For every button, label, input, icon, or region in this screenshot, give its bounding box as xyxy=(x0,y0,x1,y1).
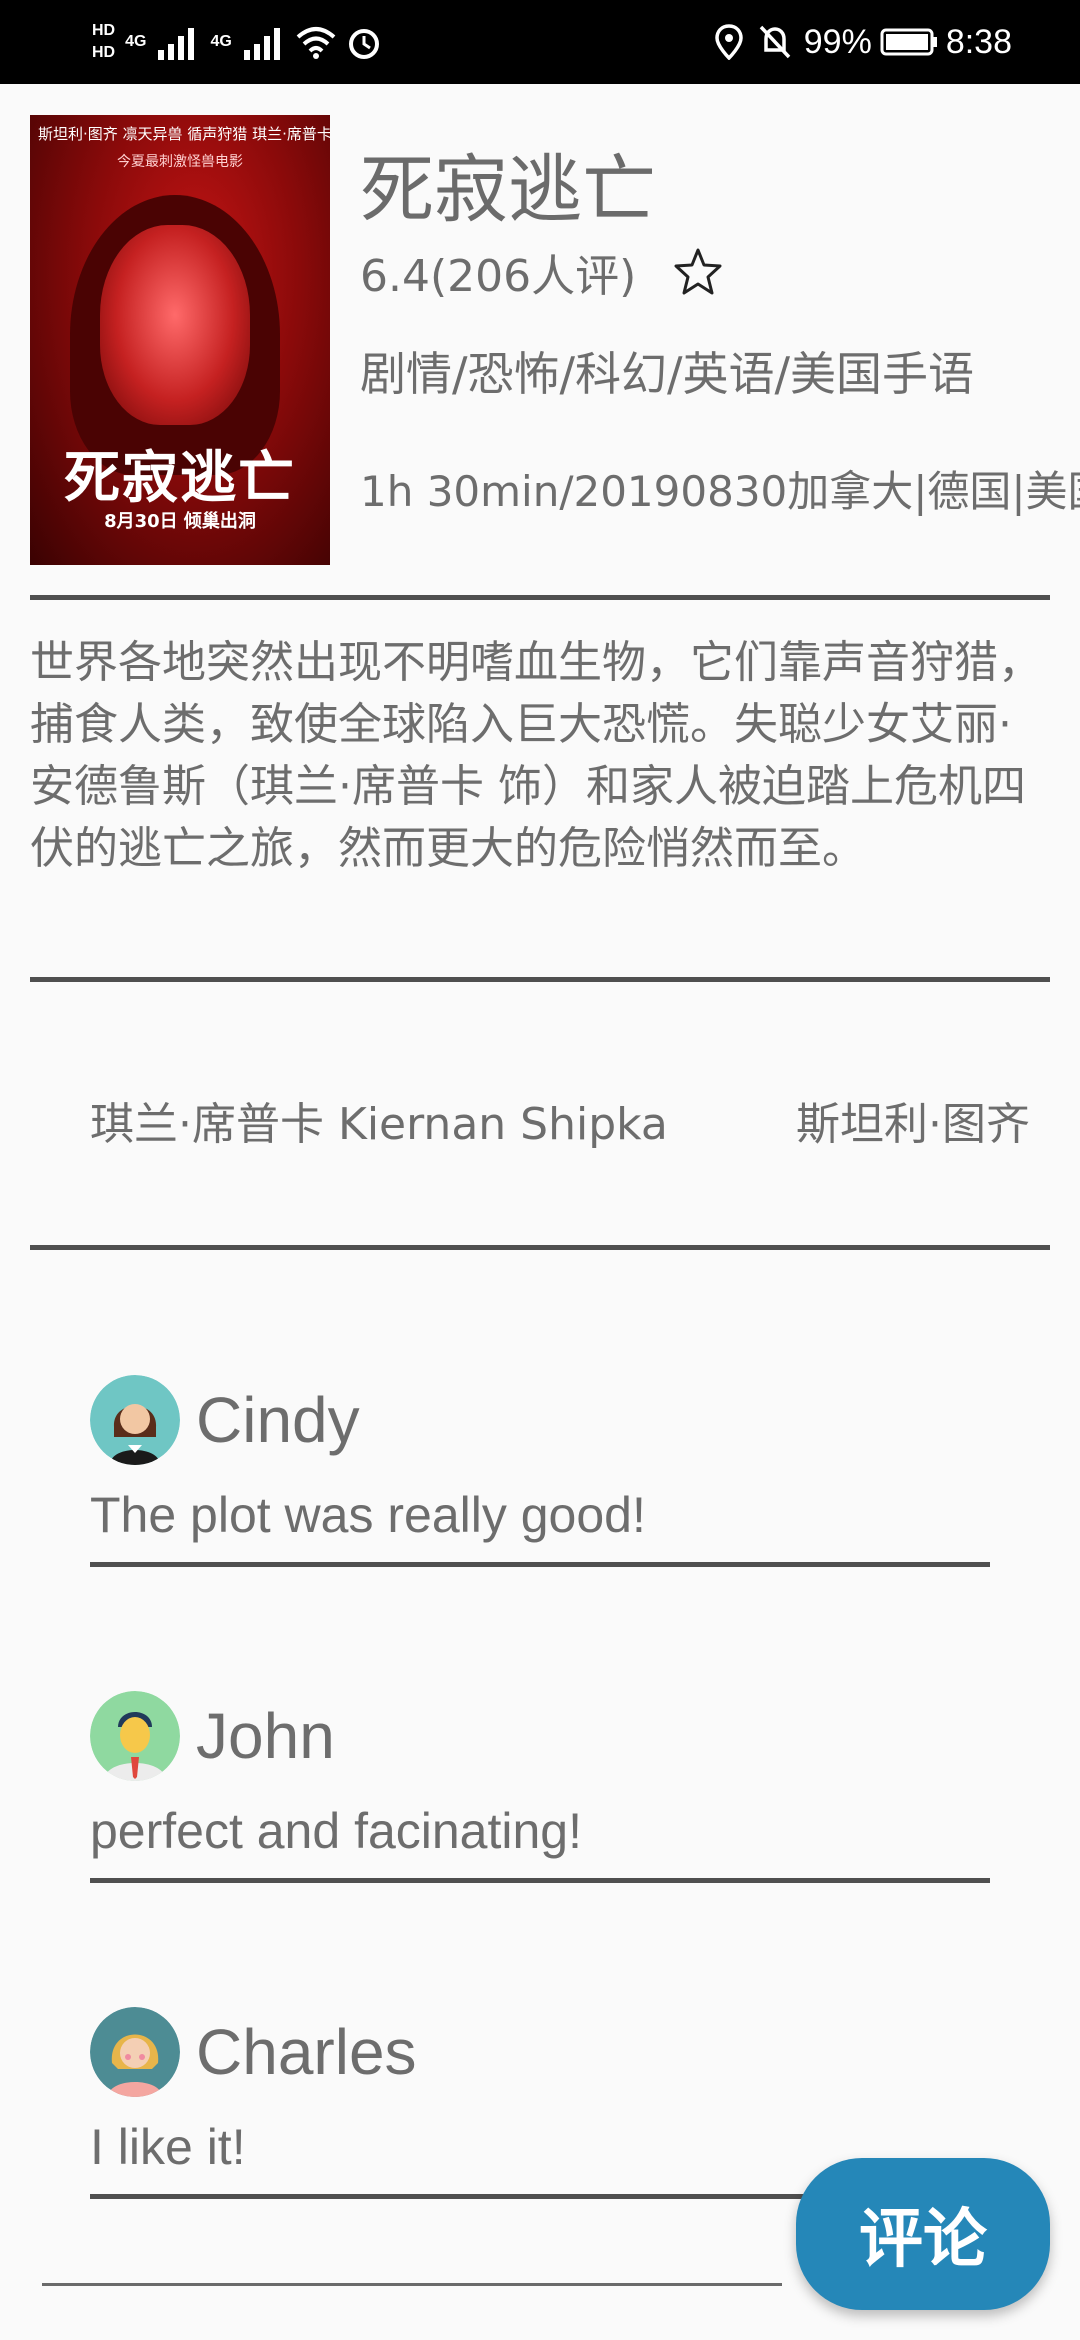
clock: 8:38 xyxy=(945,22,1012,61)
network-type-1: 4G xyxy=(125,33,147,50)
alarm-icon xyxy=(348,29,379,59)
rating-text: 6.4(206人评) xyxy=(360,251,637,302)
comment-text: perfect and facinating! xyxy=(90,1803,582,1859)
hd-badge-2: HD xyxy=(92,44,116,61)
battery-percent: 99% xyxy=(803,22,872,61)
cast-item[interactable]: 斯坦利·图齐 xyxy=(796,1088,1030,1148)
movie-meta: 1h 30min/20190830加拿大|德国|美国 xyxy=(360,467,1080,516)
star-icon[interactable] xyxy=(672,246,724,298)
avatar xyxy=(90,2007,180,2097)
comment-header: Charles xyxy=(90,2004,990,2100)
divider-3 xyxy=(30,1245,1050,1250)
commenter-name: Cindy xyxy=(196,1384,360,1456)
status-left: HD HD 4G 4G xyxy=(92,14,382,70)
wifi-icon xyxy=(296,27,336,59)
poster-tagline: 今夏最刺激怪兽电影 xyxy=(117,154,243,170)
comment-text: The plot was really good! xyxy=(90,1487,646,1543)
comment-item: Cindy The plot was really good! xyxy=(90,1372,990,1544)
comment-header: Cindy xyxy=(90,1372,990,1468)
battery-icon xyxy=(880,28,937,56)
divider-2 xyxy=(30,977,1050,982)
comment-header: John xyxy=(90,1688,990,1784)
woman-avatar-icon xyxy=(90,1375,180,1465)
network-type-2: 4G xyxy=(210,33,232,50)
status-right: 99% 8:38 xyxy=(714,0,1080,84)
poster-title-art: 死寂逃亡 xyxy=(64,446,296,511)
hd-badges: HD HD xyxy=(92,22,115,62)
movie-poster[interactable]: 斯坦利·图齐 凛天异兽 循声狩猎 琪兰·席普卡 今夏最刺激怪兽电影 死寂逃亡 8… xyxy=(30,115,330,565)
comment-input-underline xyxy=(42,2283,782,2286)
rating-row: 6.4(206人评) xyxy=(360,240,724,304)
comment-button[interactable]: 评论 xyxy=(796,2158,1050,2310)
genres: 剧情/恐怖/科幻/英语/美国手语 xyxy=(360,347,974,401)
cast-list[interactable]: 琪兰·席普卡 Kiernan Shipka 斯坦利·图齐 xyxy=(0,1088,1080,1148)
poster-face-shape xyxy=(100,225,250,425)
blonde-avatar-icon xyxy=(90,2007,180,2097)
avatar xyxy=(90,1375,180,1465)
man-tie-avatar-icon xyxy=(90,1691,180,1781)
synopsis: 世界各地突然出现不明嗜血生物，它们靠声音狩猎，捕食人类，致使全球陷入巨大恐慌。失… xyxy=(30,637,1042,874)
commenter-name: John xyxy=(196,1700,335,1772)
mute-bell-icon xyxy=(759,25,791,59)
divider-1 xyxy=(30,595,1050,600)
commenter-name: Charles xyxy=(196,2016,417,2088)
location-icon xyxy=(714,24,743,60)
signal-icon-2 xyxy=(243,28,280,60)
signal-icon xyxy=(158,28,195,60)
comment-item: John perfect and facinating! xyxy=(90,1688,990,1860)
avatar xyxy=(90,1691,180,1781)
status-bar: HD HD 4G 4G 99% 8:38 xyxy=(0,0,1080,84)
hd-badge-1: HD xyxy=(92,22,116,39)
comment-item: Charles I like it! xyxy=(90,2004,990,2176)
cast-item[interactable]: 琪兰·席普卡 Kiernan Shipka xyxy=(90,1088,668,1148)
movie-title: 死寂逃亡 xyxy=(360,147,656,233)
poster-top-line: 斯坦利·图齐 凛天异兽 循声狩猎 琪兰·席普卡 xyxy=(38,125,330,143)
comment-divider xyxy=(90,1878,990,1883)
comment-divider xyxy=(90,1562,990,1567)
poster-date-line: 8月30日 倾巢出洞 xyxy=(104,511,256,532)
